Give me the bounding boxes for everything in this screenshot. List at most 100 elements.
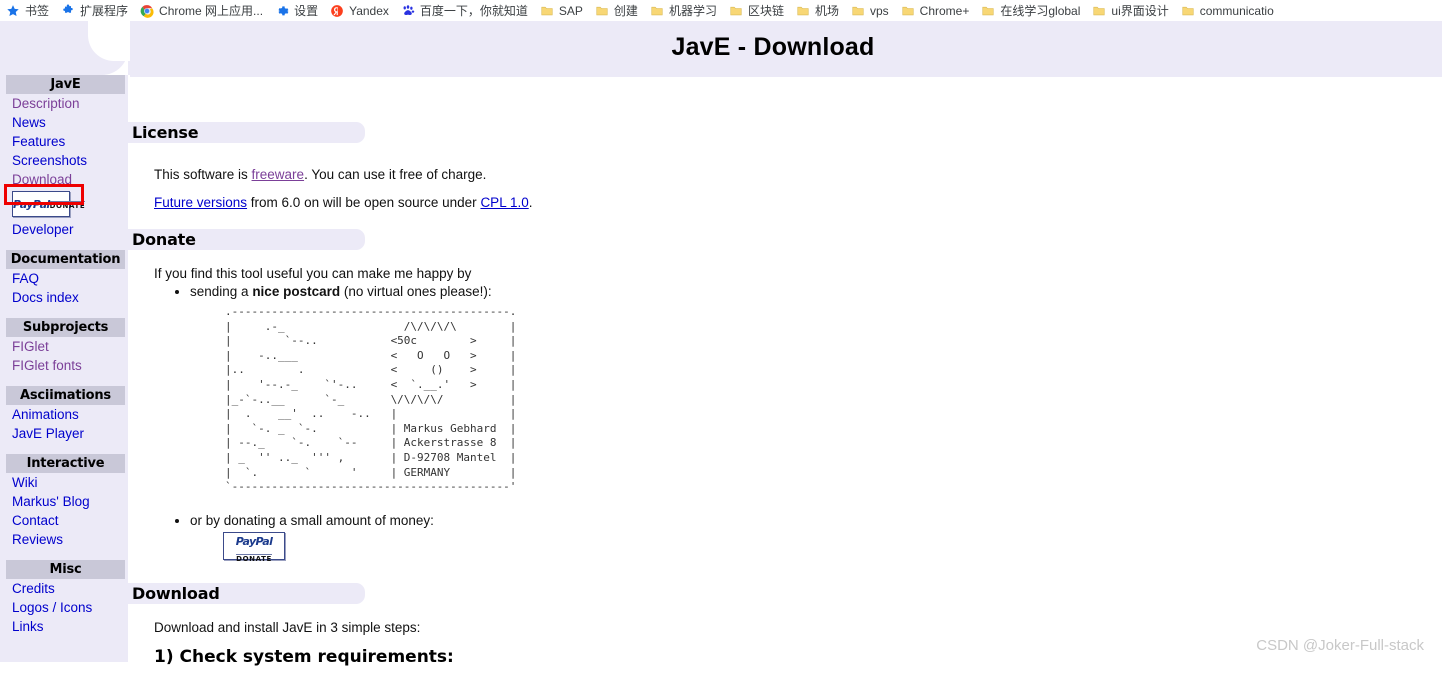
bookmark-label: 创建 (613, 4, 638, 18)
license-text-after: . You can use it free of charge. (304, 167, 487, 182)
bookmark-label: 设置 (294, 4, 319, 18)
bookmark-label: 书签 (25, 4, 50, 18)
list-item-postcard: sending a nice postcard (no virtual ones… (190, 282, 492, 301)
bookmark-item-2[interactable]: Chrome 网上应用... (134, 0, 269, 21)
sidebar-group-spacer (0, 443, 128, 454)
folder-icon (796, 4, 810, 18)
section-header-license: License (128, 122, 365, 143)
sidebar-group-spacer (0, 307, 128, 318)
sidebar-group-heading-documentation: Documentation (6, 250, 125, 269)
browser-bookmark-bar: 书签 扩展程序 Chrome 网上应用... 设置 Yandex 百度一下，你就知道 SAP… (0, 0, 1442, 22)
section-header-donate: Donate (128, 229, 365, 250)
sidebar-item-figlet[interactable]: FIGlet (0, 337, 128, 356)
main-content: License This software is freeware. You c… (128, 77, 1442, 667)
donate-intro: If you find this tool useful you can mak… (154, 266, 472, 281)
download-intro: Download and install JavE in 3 simple st… (154, 620, 421, 635)
donate-bullet-list-2: or by donating a small amount of money: (154, 511, 434, 530)
future-versions-link[interactable]: Future versions (154, 195, 247, 210)
sidebar-item-credits[interactable]: Credits (0, 579, 128, 598)
license-line-1: This software is freeware. You can use i… (154, 166, 486, 183)
cpl-license-link[interactable]: CPL 1.0 (480, 195, 528, 210)
bookmark-label: ui界面设计 (1111, 4, 1169, 18)
sidebar-group-spacer (0, 239, 128, 250)
bookmark-item-9[interactable]: 区块链 (723, 0, 790, 21)
bookmark-item-6[interactable]: SAP (534, 0, 589, 21)
sidebar-item-reviews[interactable]: Reviews (0, 530, 128, 549)
bookmark-item-11[interactable]: vps (845, 0, 895, 21)
paypal-donate-label: DONATE (236, 554, 272, 563)
sidebar-item-news[interactable]: News (0, 113, 128, 132)
sidebar-group-heading-jave: JavE (6, 75, 125, 94)
bookmark-item-15[interactable]: communicatio (1175, 0, 1280, 21)
license-mid-text: from 6.0 on will be open source under (247, 195, 481, 210)
sidebar-item-figlet-fonts[interactable]: FIGlet fonts (0, 356, 128, 375)
bookmark-label: 机场 (814, 4, 839, 18)
folder-icon (901, 4, 915, 18)
chrome-icon (140, 4, 154, 18)
paypal-donate-label: DONATE (49, 201, 86, 210)
bookmark-label: 百度一下，你就知道 (419, 4, 528, 18)
bookmark-label: 区块链 (747, 4, 784, 18)
bookmark-item-4[interactable]: Yandex (324, 0, 395, 21)
section-title-download: Download (132, 584, 220, 603)
sidebar-item-contact[interactable]: Contact (0, 511, 128, 530)
folder-icon (650, 4, 664, 18)
bookmark-item-5[interactable]: 百度一下，你就知道 (395, 0, 534, 21)
sidebar-item-description[interactable]: Description (0, 94, 128, 113)
bookmark-label: 扩展程序 (80, 4, 129, 18)
sidebar-group-heading-asciimations: Asciimations (6, 386, 125, 405)
section-title-license: License (132, 123, 199, 142)
sidebar-item-docs-index[interactable]: Docs index (0, 288, 128, 307)
sidebar-group-heading-misc: Misc (6, 560, 125, 579)
bookmark-label: Chrome 网上应用... (159, 4, 264, 18)
folder-icon (540, 4, 554, 18)
star-icon (6, 4, 20, 18)
freeware-link[interactable]: freeware (252, 167, 305, 182)
sidebar-item-animations[interactable]: Animations (0, 405, 128, 424)
web-page: JavE - Download JavE Description News Featu… (0, 21, 1442, 667)
sidebar-group-spacer (0, 375, 128, 386)
download-step-1-partial-item (188, 677, 608, 687)
bookmark-item-13[interactable]: 在线学习global (975, 0, 1086, 21)
postcard-emphasis: nice postcard (252, 284, 341, 299)
sidebar-navigation: JavE Description News Features Screenshots Do… (0, 75, 128, 662)
bookmark-label: 在线学习global (1000, 4, 1081, 18)
sidebar-item-links[interactable]: Links (0, 617, 128, 636)
license-period: . (528, 195, 533, 210)
sidebar-item-logos-icons[interactable]: Logos / Icons (0, 598, 128, 617)
bookmark-item-1[interactable]: 扩展程序 (55, 0, 134, 21)
bookmark-item-8[interactable]: 机器学习 (644, 0, 723, 21)
sidebar-group-heading-subprojects: Subprojects (6, 318, 125, 337)
paypal-donate-button[interactable]: PayPal DONATE (223, 532, 285, 563)
postcard-text-before: sending a (190, 284, 253, 299)
bookmark-item-3[interactable]: 设置 (269, 0, 324, 21)
page-title: JavE - Download (671, 33, 875, 61)
folder-icon (1092, 4, 1106, 18)
folder-icon (1181, 4, 1195, 18)
paypal-logo-text: PayPal (13, 198, 50, 211)
sidebar-group-heading-interactive: Interactive (6, 454, 125, 473)
postcard-text-after: (no virtual ones please!): (340, 284, 492, 299)
paypal-logo-text: PayPal (235, 535, 273, 548)
sidebar-item-markus-blog[interactable]: Markus' Blog (0, 492, 128, 511)
sidebar-paypal-donate-button[interactable]: PayPalDONATE (12, 191, 86, 217)
sidebar-item-jave-player[interactable]: JavE Player (0, 424, 128, 443)
sidebar-group-spacer (0, 549, 128, 560)
sidebar-item-faq[interactable]: FAQ (0, 269, 128, 288)
bookmark-item-7[interactable]: 创建 (589, 0, 644, 21)
bookmark-item-14[interactable]: ui界面设计 (1086, 0, 1174, 21)
bookmark-item-0[interactable]: 书签 (0, 0, 55, 21)
sidebar-item-developer[interactable]: Developer (0, 220, 128, 239)
list-item-money: or by donating a small amount of money: (190, 511, 434, 530)
bookmark-item-10[interactable]: 机场 (790, 0, 845, 21)
bookmark-label: SAP (558, 3, 583, 18)
sidebar-item-screenshots[interactable]: Screenshots (0, 151, 128, 170)
bookmark-item-12[interactable]: Chrome+ (895, 0, 976, 21)
folder-icon (851, 4, 865, 18)
sidebar-item-download[interactable]: Download (0, 170, 128, 189)
donate-bullet-list-1: sending a nice postcard (no virtual ones… (154, 282, 492, 301)
bookmark-label: 机器学习 (668, 4, 717, 18)
sidebar-item-features[interactable]: Features (0, 132, 128, 151)
license-line-2: Future versions from 6.0 on will be open… (154, 194, 532, 211)
sidebar-item-wiki[interactable]: Wiki (0, 473, 128, 492)
